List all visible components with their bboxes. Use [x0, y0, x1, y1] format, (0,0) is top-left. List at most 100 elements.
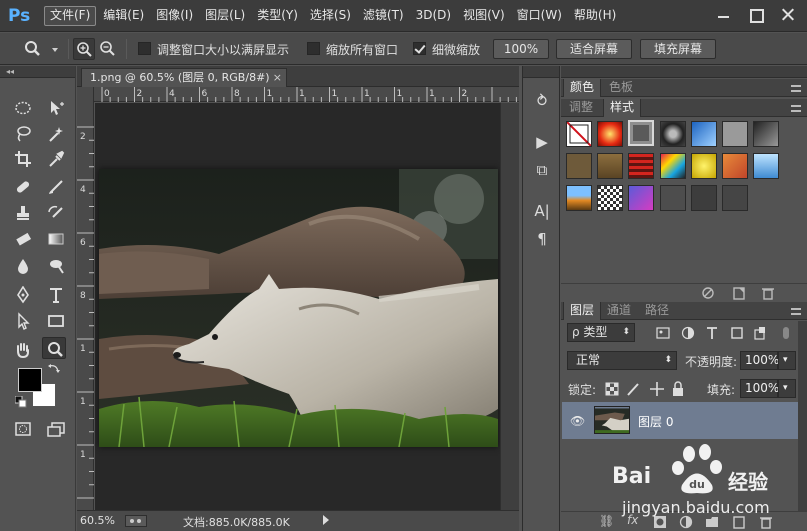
menu-filter[interactable]: 滤镜(T) [358, 6, 409, 26]
dock-collapse-handle[interactable] [523, 66, 559, 78]
status-zoom-level[interactable]: 60.5% [80, 514, 115, 527]
panel-menu-icon[interactable] [791, 308, 801, 315]
zoom-100-button[interactable]: 100% [493, 39, 549, 59]
swap-colors-icon[interactable] [47, 362, 61, 376]
magic-wand-tool[interactable] [44, 123, 68, 145]
document-image[interactable] [99, 169, 498, 447]
document-tab[interactable]: 1.png @ 60.5% (图层 0, RGB/8#) × [81, 68, 287, 87]
menu-select[interactable]: 选择(S) [305, 6, 356, 26]
tools-collapse-handle[interactable]: ◂◂ [0, 66, 75, 78]
opacity-dropdown[interactable]: ▾ [778, 351, 796, 370]
menu-3d[interactable]: 3D(D) [411, 6, 456, 26]
pen-tool[interactable] [11, 284, 35, 306]
vertical-ruler[interactable]: 2 4 6 8 1 1 1 [77, 87, 94, 510]
panel-menu-icon[interactable] [791, 105, 801, 112]
style-swatch[interactable] [566, 153, 592, 179]
style-swatch[interactable] [691, 185, 717, 211]
blur-tool[interactable] [11, 255, 35, 277]
3d-panel-icon[interactable]: ⧉ [532, 160, 552, 180]
canvas-area[interactable] [95, 103, 500, 510]
history-panel-icon[interactable]: ⥁ [532, 91, 552, 111]
clear-style-icon[interactable] [701, 286, 715, 300]
brush-tool[interactable] [44, 176, 68, 198]
style-swatch[interactable] [597, 185, 623, 211]
resize-windows-checkbox[interactable] [138, 42, 151, 55]
zoom-all-windows-checkbox[interactable] [307, 42, 320, 55]
tab-close-icon[interactable]: × [273, 69, 282, 86]
menu-file[interactable]: 文件(F) [44, 6, 97, 26]
menu-help[interactable]: 帮助(H) [569, 6, 621, 26]
style-swatch[interactable] [660, 153, 686, 179]
horizontal-ruler[interactable]: 0 2 4 6 8 1 1 1 1 1 1 2 [94, 87, 519, 102]
tab-swatches[interactable]: 色板 [603, 79, 639, 97]
menu-layer[interactable]: 图层(L) [200, 6, 250, 26]
style-swatch[interactable] [628, 185, 654, 211]
character-panel-icon[interactable]: A| [532, 201, 552, 221]
fill-input[interactable]: 100% [740, 379, 779, 398]
lock-buttons[interactable] [604, 381, 686, 397]
style-swatch[interactable] [691, 153, 717, 179]
dodge-tool[interactable] [44, 255, 68, 277]
menu-image[interactable]: 图像(I) [151, 6, 198, 26]
zoom-in-button[interactable] [73, 38, 95, 60]
layer-row[interactable]: 👁 图层 0 [562, 402, 798, 439]
scrubby-zoom-checkbox[interactable] [413, 42, 426, 55]
tab-color[interactable]: 颜色 [563, 79, 602, 97]
tab-channels[interactable]: 通道 [601, 302, 637, 320]
move-tool[interactable] [44, 97, 68, 119]
style-swatch[interactable] [753, 153, 779, 179]
history-brush-tool[interactable] [44, 202, 68, 224]
lasso-tool[interactable] [11, 123, 35, 145]
menu-view[interactable]: 视图(V) [458, 6, 510, 26]
gradient-tool[interactable] [44, 228, 68, 250]
tab-layers[interactable]: 图层 [563, 302, 602, 320]
fill-dropdown[interactable]: ▾ [778, 379, 796, 398]
paragraph-panel-icon[interactable]: ¶ [532, 229, 552, 249]
canvas-vertical-scrollbar[interactable] [500, 103, 519, 510]
clone-stamp-tool[interactable] [11, 202, 35, 224]
zoom-tool[interactable] [42, 337, 66, 359]
style-swatch[interactable] [753, 121, 779, 147]
status-menu-arrow-icon[interactable] [323, 515, 329, 525]
style-swatch[interactable] [566, 185, 592, 211]
style-swatch[interactable] [628, 153, 654, 179]
status-nav-icon[interactable] [125, 515, 147, 527]
style-swatch[interactable] [722, 153, 748, 179]
path-selection-tool[interactable] [11, 310, 35, 332]
style-swatch[interactable] [660, 185, 686, 211]
marquee-tool[interactable] [11, 97, 35, 119]
style-swatch[interactable] [597, 121, 623, 147]
zoom-out-button[interactable] [97, 38, 119, 60]
fit-screen-button[interactable]: 适合屏幕 [556, 39, 632, 59]
blend-mode-select[interactable]: 正常 ⬍ [567, 351, 677, 370]
healing-brush-tool[interactable] [11, 176, 35, 198]
tab-paths[interactable]: 路径 [639, 302, 675, 320]
type-tool[interactable] [44, 284, 68, 306]
default-colors-icon[interactable] [15, 396, 27, 408]
style-swatch-selected[interactable] [628, 120, 654, 146]
style-swatch[interactable] [722, 185, 748, 211]
crop-tool[interactable] [11, 148, 35, 170]
rectangle-tool[interactable] [44, 310, 68, 332]
quick-mask-button[interactable] [11, 418, 35, 440]
actions-panel-icon[interactable]: ▶ [532, 132, 552, 152]
trash-icon[interactable] [761, 286, 775, 300]
style-swatch[interactable] [691, 121, 717, 147]
style-swatch[interactable] [660, 121, 686, 147]
style-none[interactable] [566, 121, 592, 147]
foreground-color-swatch[interactable] [18, 368, 42, 392]
eyedropper-tool[interactable] [44, 148, 68, 170]
fill-screen-button[interactable]: 填充屏幕 [640, 39, 716, 59]
layer-filter-select[interactable]: ρ 类型 ⬍ [567, 323, 635, 342]
screen-mode-button[interactable] [44, 418, 68, 440]
close-icon[interactable] [777, 5, 799, 25]
right-dock-header[interactable] [561, 66, 807, 78]
tab-styles[interactable]: 样式 [603, 99, 642, 117]
style-swatch[interactable] [597, 153, 623, 179]
eraser-tool[interactable] [11, 228, 35, 250]
opacity-input[interactable]: 100% [740, 351, 779, 370]
maximize-icon[interactable] [745, 5, 767, 25]
menu-type[interactable]: 类型(Y) [252, 6, 303, 26]
menu-window[interactable]: 窗口(W) [512, 6, 567, 26]
menu-edit[interactable]: 编辑(E) [98, 6, 149, 26]
